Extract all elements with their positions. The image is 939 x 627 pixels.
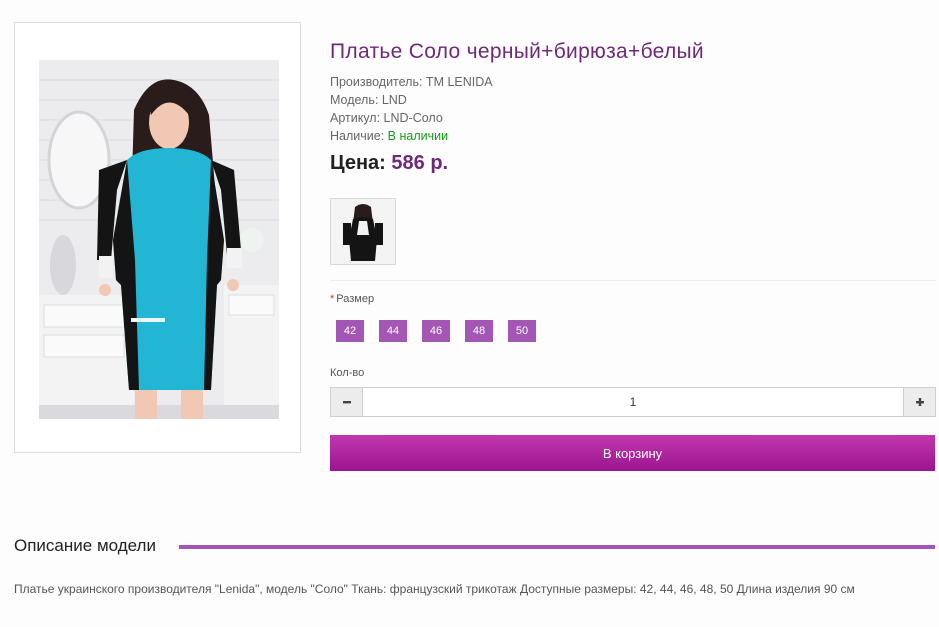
price-value: 586 р. xyxy=(391,152,449,174)
dress-photo-illustration xyxy=(39,60,279,419)
add-to-cart-button[interactable]: В корзину xyxy=(330,435,935,471)
size-option-42[interactable]: 42 xyxy=(336,320,364,342)
description-heading-line xyxy=(179,545,935,549)
model-text: Модель: LND xyxy=(330,93,407,107)
description-text: Платье украинского производителя "Lenida… xyxy=(14,582,855,596)
price: Цена: 586 р. xyxy=(330,152,448,175)
size-option-44[interactable]: 44 xyxy=(379,320,407,342)
size-label: * Размер xyxy=(330,293,374,305)
size-option-46[interactable]: 46 xyxy=(422,320,450,342)
availability-status: В наличии xyxy=(387,129,449,143)
minus-icon xyxy=(342,401,351,404)
quantity-label: Кол-во xyxy=(330,367,365,379)
product-title: Платье Соло черный+бирюза+белый xyxy=(330,40,704,63)
description-heading: Описание модели xyxy=(14,536,156,555)
price-label: Цена: xyxy=(330,152,392,174)
quantity-stepper: 1 xyxy=(330,387,936,417)
sku-text: Артикул: LND-Соло xyxy=(330,111,443,125)
size-options: 42 44 46 48 50 xyxy=(336,320,536,342)
size-option-48[interactable]: 48 xyxy=(465,320,493,342)
product-page: Платье Соло черный+бирюза+белый Производ… xyxy=(0,0,939,627)
product-thumbnail[interactable] xyxy=(330,198,396,265)
manufacturer-text: Производитель: TM LENIDA xyxy=(330,75,493,89)
size-option-50[interactable]: 50 xyxy=(508,320,536,342)
quantity-increase-button[interactable] xyxy=(903,388,935,416)
product-photo[interactable] xyxy=(39,60,279,419)
divider xyxy=(330,280,936,281)
size-label-text: Размер xyxy=(336,293,375,305)
quantity-decrease-button[interactable] xyxy=(331,388,363,416)
availability-label: Наличие: xyxy=(330,129,388,143)
quantity-input[interactable]: 1 xyxy=(363,388,903,416)
availability-row: Наличие: В наличии xyxy=(330,129,448,143)
thumbnail-image xyxy=(331,199,395,264)
product-image-frame xyxy=(14,22,301,453)
required-mark: * xyxy=(330,293,335,305)
plus-icon xyxy=(915,398,924,406)
